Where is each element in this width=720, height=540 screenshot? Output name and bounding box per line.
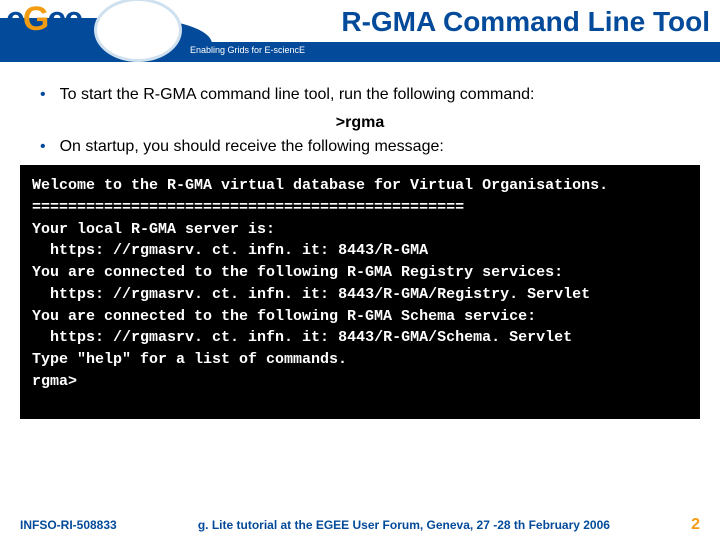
bullet-1: • To start the R-GMA command line tool, … [30, 84, 690, 106]
logo-circle [94, 0, 182, 62]
bullet-1-text: To start the R-GMA command line tool, ru… [60, 84, 535, 106]
bullet-2-text: On startup, you should receive the follo… [60, 136, 444, 158]
command-text: >rgma [30, 114, 690, 132]
tagline: Enabling Grids for E-sciencE [190, 45, 305, 55]
logo-part-g: G [23, 0, 47, 39]
logo-part-e: e [6, 0, 23, 39]
footer-center: g. Lite tutorial at the EGEE User Forum,… [117, 518, 691, 532]
footer-page-number: 2 [691, 516, 700, 534]
bullet-dot-icon: • [40, 84, 46, 106]
content-area: • To start the R-GMA command line tool, … [0, 70, 720, 157]
footer-left: INFSO-RI-508833 [20, 518, 117, 532]
logo-part-ee: ee [47, 0, 81, 39]
slide-header: eGee R-GMA Command Line Tool Enabling Gr… [0, 0, 720, 70]
bullet-2: • On startup, you should receive the fol… [30, 136, 690, 158]
bullet-dot-icon: • [40, 136, 46, 158]
page-title: R-GMA Command Line Tool [210, 6, 710, 38]
footer: INFSO-RI-508833 g. Lite tutorial at the … [0, 516, 720, 534]
egee-logo: eGee [6, 0, 81, 39]
terminal-output: Welcome to the R-GMA virtual database fo… [20, 165, 700, 419]
